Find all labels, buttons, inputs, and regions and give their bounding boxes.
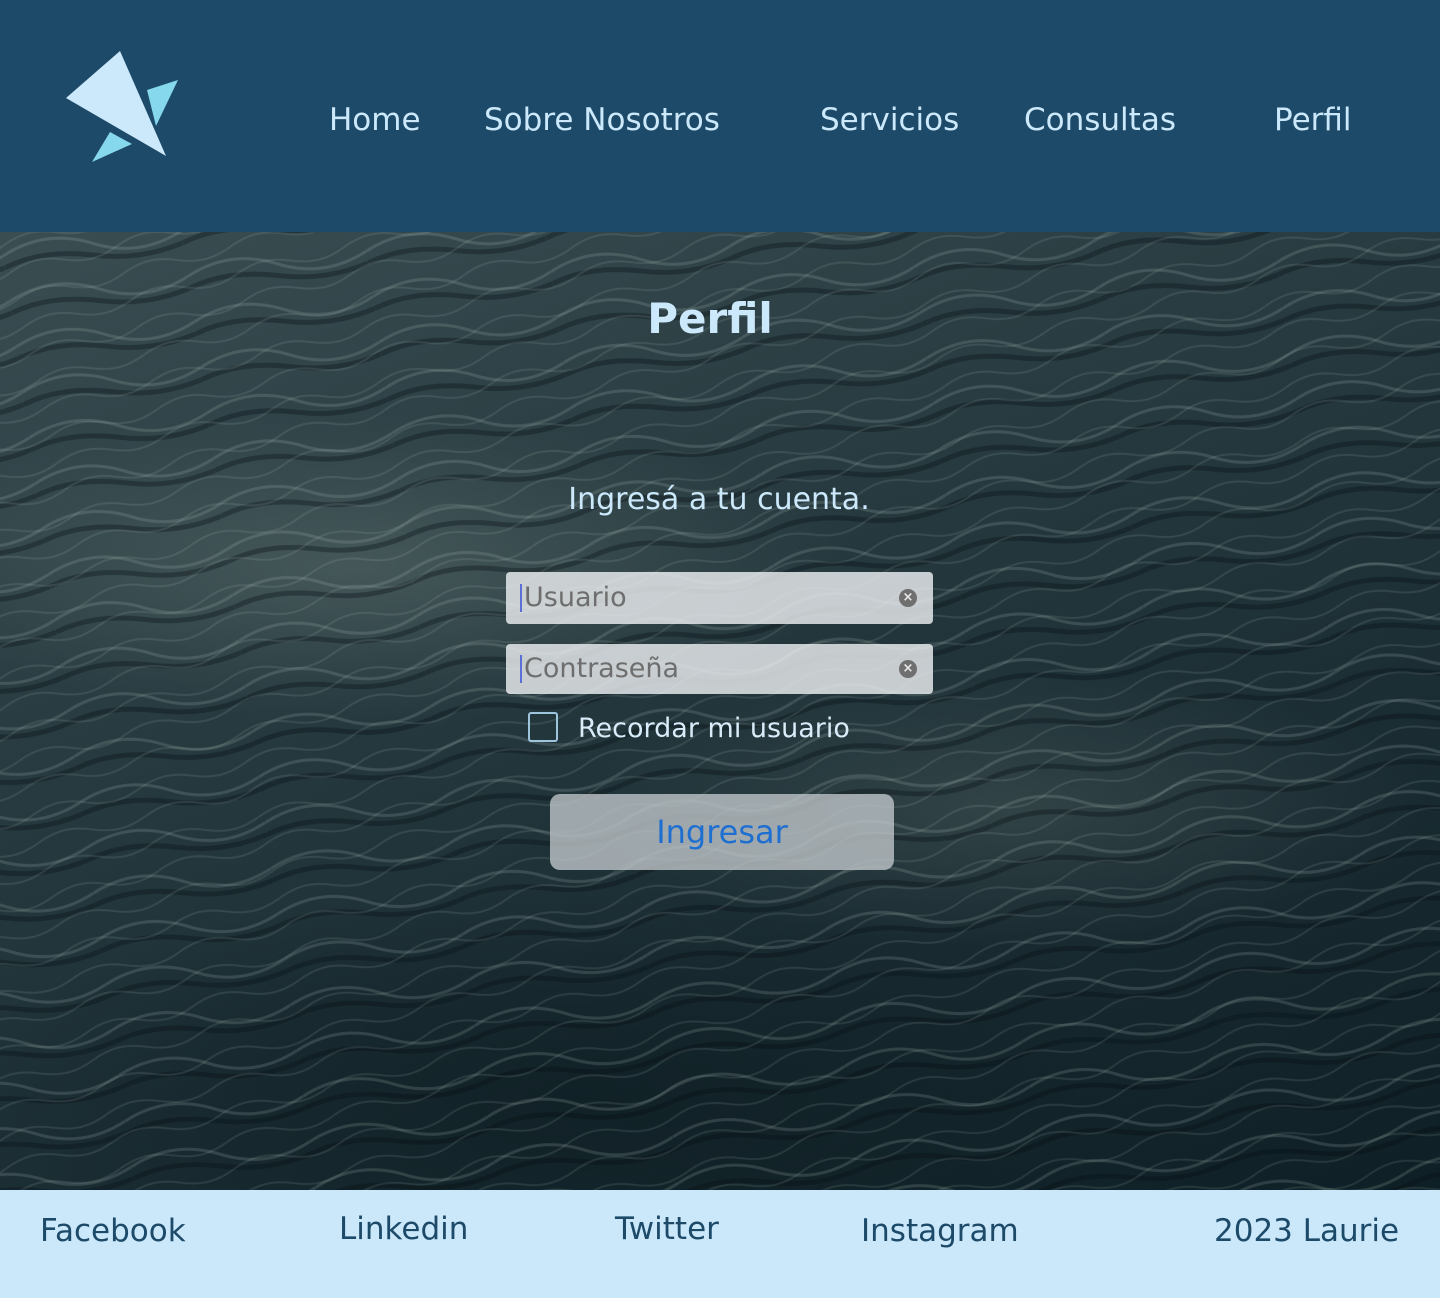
nav-home[interactable]: Home bbox=[329, 100, 421, 140]
footer-facebook-link[interactable]: Facebook bbox=[40, 1211, 186, 1251]
footer-copyright: 2023 Laurie bbox=[1214, 1213, 1400, 1249]
nav-perfil[interactable]: Perfil bbox=[1274, 100, 1352, 140]
login-button[interactable]: Ingresar bbox=[550, 794, 894, 870]
site-footer: Facebook Linkedin Twitter Instagram 2023… bbox=[0, 1190, 1440, 1298]
clear-icon[interactable]: × bbox=[899, 589, 917, 607]
password-field: × bbox=[506, 644, 933, 694]
remember-label: Recordar mi usuario bbox=[578, 713, 850, 744]
footer-linkedin-link[interactable]: Linkedin bbox=[339, 1209, 468, 1249]
page-title: Perfil bbox=[647, 294, 773, 343]
login-subtitle: Ingresá a tu cuenta. bbox=[568, 482, 870, 517]
footer-twitter-link[interactable]: Twitter bbox=[615, 1209, 719, 1249]
ocean-background bbox=[0, 232, 1440, 1190]
remember-checkbox[interactable] bbox=[528, 712, 558, 742]
username-input[interactable] bbox=[520, 584, 890, 612]
clear-icon[interactable]: × bbox=[899, 660, 917, 678]
site-header: Home Sobre Nosotros Servicios Consultas … bbox=[0, 0, 1440, 232]
password-input[interactable] bbox=[520, 655, 890, 683]
footer-instagram-link[interactable]: Instagram bbox=[861, 1211, 1019, 1251]
nav-servicios[interactable]: Servicios bbox=[820, 100, 959, 140]
login-section: Perfil Ingresá a tu cuenta. × × Recordar… bbox=[0, 232, 1440, 1190]
nav-sobre-nosotros[interactable]: Sobre Nosotros bbox=[484, 100, 720, 140]
star-logo-icon[interactable] bbox=[60, 46, 184, 166]
nav-consultas[interactable]: Consultas bbox=[1024, 100, 1176, 140]
username-field: × bbox=[506, 572, 933, 624]
